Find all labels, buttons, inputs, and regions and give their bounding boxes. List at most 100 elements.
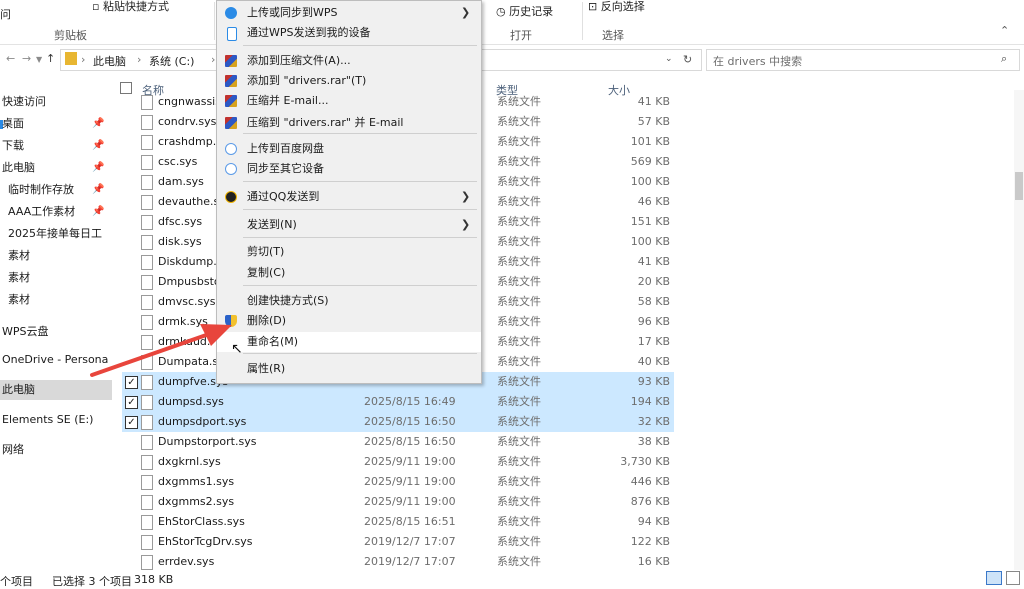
file-row[interactable]: errdev.sys 2019/12/7 17:07 系统文件 16 KB: [122, 552, 674, 572]
system-file-icon: [141, 415, 153, 430]
recent-chevron-down-icon[interactable]: ▼: [36, 55, 42, 64]
context-menu: 上传或同步到WPS ❯ 通过WPS发送到我的设备添加到压缩文件(A)... 添加到 "…: [216, 0, 482, 384]
menu-item-3[interactable]: 添加到 "drivers.rar"(T): [217, 71, 481, 91]
scrollbar-thumb[interactable]: [1015, 172, 1023, 200]
file-row[interactable]: ✓ dumpsdport.sys 2025/8/15 16:50 系统文件 32 KB: [122, 412, 674, 432]
breadcrumb-system-c[interactable]: 系统 (C:): [149, 53, 194, 69]
file-name: Dumpstorport.sys: [158, 435, 257, 448]
menu-item-label: 属性(R): [247, 362, 286, 375]
ribbon: 问 ▫ 粘贴快捷方式 剪贴板 ◷ 历史记录 打开 ⊡ 反向选择 选择 ⌃: [0, 0, 1024, 45]
nav-item-8[interactable]: 素材: [0, 268, 112, 288]
nav-item-6[interactable]: 2025年接单每日工: [0, 224, 112, 244]
nav-item-0[interactable]: 快速访问: [0, 92, 112, 112]
nav-item-1[interactable]: 桌面 📌: [0, 114, 112, 134]
menu-item-label: 复制(C): [247, 266, 286, 279]
invert-selection-button[interactable]: ⊡ 反向选择: [588, 0, 645, 14]
file-row[interactable]: ✓ dumpsd.sys 2025/8/15 16:49 系统文件 194 KB: [122, 392, 674, 412]
file-name: disk.sys: [158, 235, 202, 248]
menu-item-label: 添加到压缩文件(A)...: [247, 54, 351, 67]
pin-icon[interactable]: 📌: [92, 158, 104, 178]
nav-item-13[interactable]: Elements SE (E:): [0, 410, 112, 430]
menu-item-2[interactable]: 添加到压缩文件(A)...: [217, 51, 481, 71]
nav-item-7[interactable]: 素材: [0, 246, 112, 266]
system-file-icon: [141, 475, 153, 490]
nav-item-label: 网络: [2, 443, 24, 456]
system-file-icon: [141, 435, 153, 450]
menu-item-7[interactable]: 同步至其它设备: [217, 159, 481, 179]
file-date: 2025/8/15 16:50: [364, 415, 456, 428]
file-name: cngnwassis: [158, 95, 221, 108]
nav-item-2[interactable]: 下载 📌: [0, 136, 112, 156]
ribbon-partial-label: 问: [0, 8, 11, 21]
file-row[interactable]: EhStorTcgDrv.sys 2019/12/7 17:07 系统文件 122 K…: [122, 532, 674, 552]
row-checkbox[interactable]: ✓: [125, 416, 138, 429]
file-name: crashdmp.s: [158, 135, 222, 148]
system-file-icon: [141, 455, 153, 470]
menu-item-14[interactable]: 重命名(M): [217, 332, 481, 352]
search-box[interactable]: 在 drivers 中搜索 ⌕: [706, 49, 1020, 71]
nav-item-14[interactable]: 网络: [0, 440, 112, 460]
file-type: 系统文件: [497, 495, 541, 508]
ribbon-collapse-icon[interactable]: ⌃: [1000, 24, 1009, 37]
file-name: dumpsd.sys: [158, 395, 224, 408]
ribbon-divider: [214, 2, 215, 40]
file-type: 系统文件: [497, 375, 541, 388]
file-type: 系统文件: [497, 475, 541, 488]
large-icons-view-icon[interactable]: [1006, 571, 1020, 585]
menu-item-5[interactable]: 压缩到 "drivers.rar" 并 E-mail: [217, 113, 481, 133]
file-size: 100 KB: [630, 175, 670, 188]
menu-item-15[interactable]: 属性(R): [217, 359, 481, 379]
details-view-icon[interactable]: [986, 571, 1002, 585]
nav-item-3[interactable]: 此电脑 📌: [0, 158, 112, 178]
search-input[interactable]: 在 drivers 中搜索: [713, 53, 802, 69]
file-type: 系统文件: [497, 275, 541, 288]
search-icon[interactable]: ⌕: [1001, 52, 1007, 66]
menu-item-11[interactable]: 复制(C): [217, 263, 481, 283]
file-row[interactable]: EhStorClass.sys 2025/8/15 16:51 系统文件 94 KB: [122, 512, 674, 532]
pin-icon[interactable]: 📌: [92, 202, 104, 222]
file-date: 2019/12/7 17:07: [364, 555, 456, 568]
vertical-scrollbar[interactable]: [1014, 90, 1024, 570]
nav-item-4[interactable]: 临时制作存放 📌: [0, 180, 112, 200]
forward-arrow-icon[interactable]: →: [22, 52, 31, 65]
pin-icon[interactable]: 📌: [92, 136, 104, 156]
file-size: 58 KB: [637, 295, 670, 308]
menu-item-10[interactable]: 剪切(T): [217, 242, 481, 262]
menu-item-6[interactable]: 上传到百度网盘: [217, 139, 481, 159]
file-row[interactable]: Dumpstorport.sys 2025/8/15 16:50 系统文件 38 KB: [122, 432, 674, 452]
refresh-icon[interactable]: ↻: [683, 53, 692, 66]
file-size: 122 KB: [630, 535, 670, 548]
ribbon-divider: [582, 2, 583, 40]
menu-item-13[interactable]: 删除(D): [217, 311, 481, 331]
menu-separator: [243, 133, 477, 134]
menu-item-4[interactable]: 压缩并 E-mail...: [217, 91, 481, 111]
address-dropdown-chevron-icon[interactable]: ⌄: [665, 54, 673, 64]
file-row[interactable]: dxgkrnl.sys 2025/9/11 19:00 系统文件 3,730 KB: [122, 452, 674, 472]
pin-icon[interactable]: 📌: [92, 114, 104, 134]
menu-item-1[interactable]: 通过WPS发送到我的设备: [217, 23, 481, 43]
system-file-icon: [141, 95, 153, 110]
file-name: dxgmms2.sys: [158, 495, 235, 508]
pin-icon[interactable]: 📌: [92, 180, 104, 200]
menu-item-12[interactable]: 创建快捷方式(S): [217, 291, 481, 311]
file-name: Dmpusbsto: [158, 275, 221, 288]
breadcrumb-this-pc[interactable]: 此电脑: [93, 53, 126, 69]
file-type: 系统文件: [497, 355, 541, 368]
file-row[interactable]: dxgmms2.sys 2025/9/11 19:00 系统文件 876 KB: [122, 492, 674, 512]
nav-item-label: 快速访问: [2, 95, 46, 108]
menu-item-0[interactable]: 上传或同步到WPS ❯: [217, 3, 481, 23]
status-size: 318 KB: [134, 573, 174, 586]
wps-cloud-icon: [225, 7, 237, 19]
back-arrow-icon[interactable]: ←: [6, 52, 15, 65]
folder-icon: [0, 296, 3, 305]
history-button[interactable]: ◷ 历史记录: [496, 3, 553, 19]
file-type: 系统文件: [497, 115, 541, 128]
menu-item-9[interactable]: 发送到(N) ❯: [217, 215, 481, 235]
paste-shortcut-button[interactable]: ▫ 粘贴快捷方式: [92, 0, 169, 14]
up-arrow-icon[interactable]: ↑: [46, 52, 55, 65]
file-size: 41 KB: [637, 255, 670, 268]
menu-item-8[interactable]: 通过QQ发送到 ❯: [217, 187, 481, 207]
file-row[interactable]: dxgmms1.sys 2025/9/11 19:00 系统文件 446 KB: [122, 472, 674, 492]
row-checkbox[interactable]: ✓: [125, 396, 138, 409]
nav-item-5[interactable]: AAA工作素材 📌: [0, 202, 112, 222]
